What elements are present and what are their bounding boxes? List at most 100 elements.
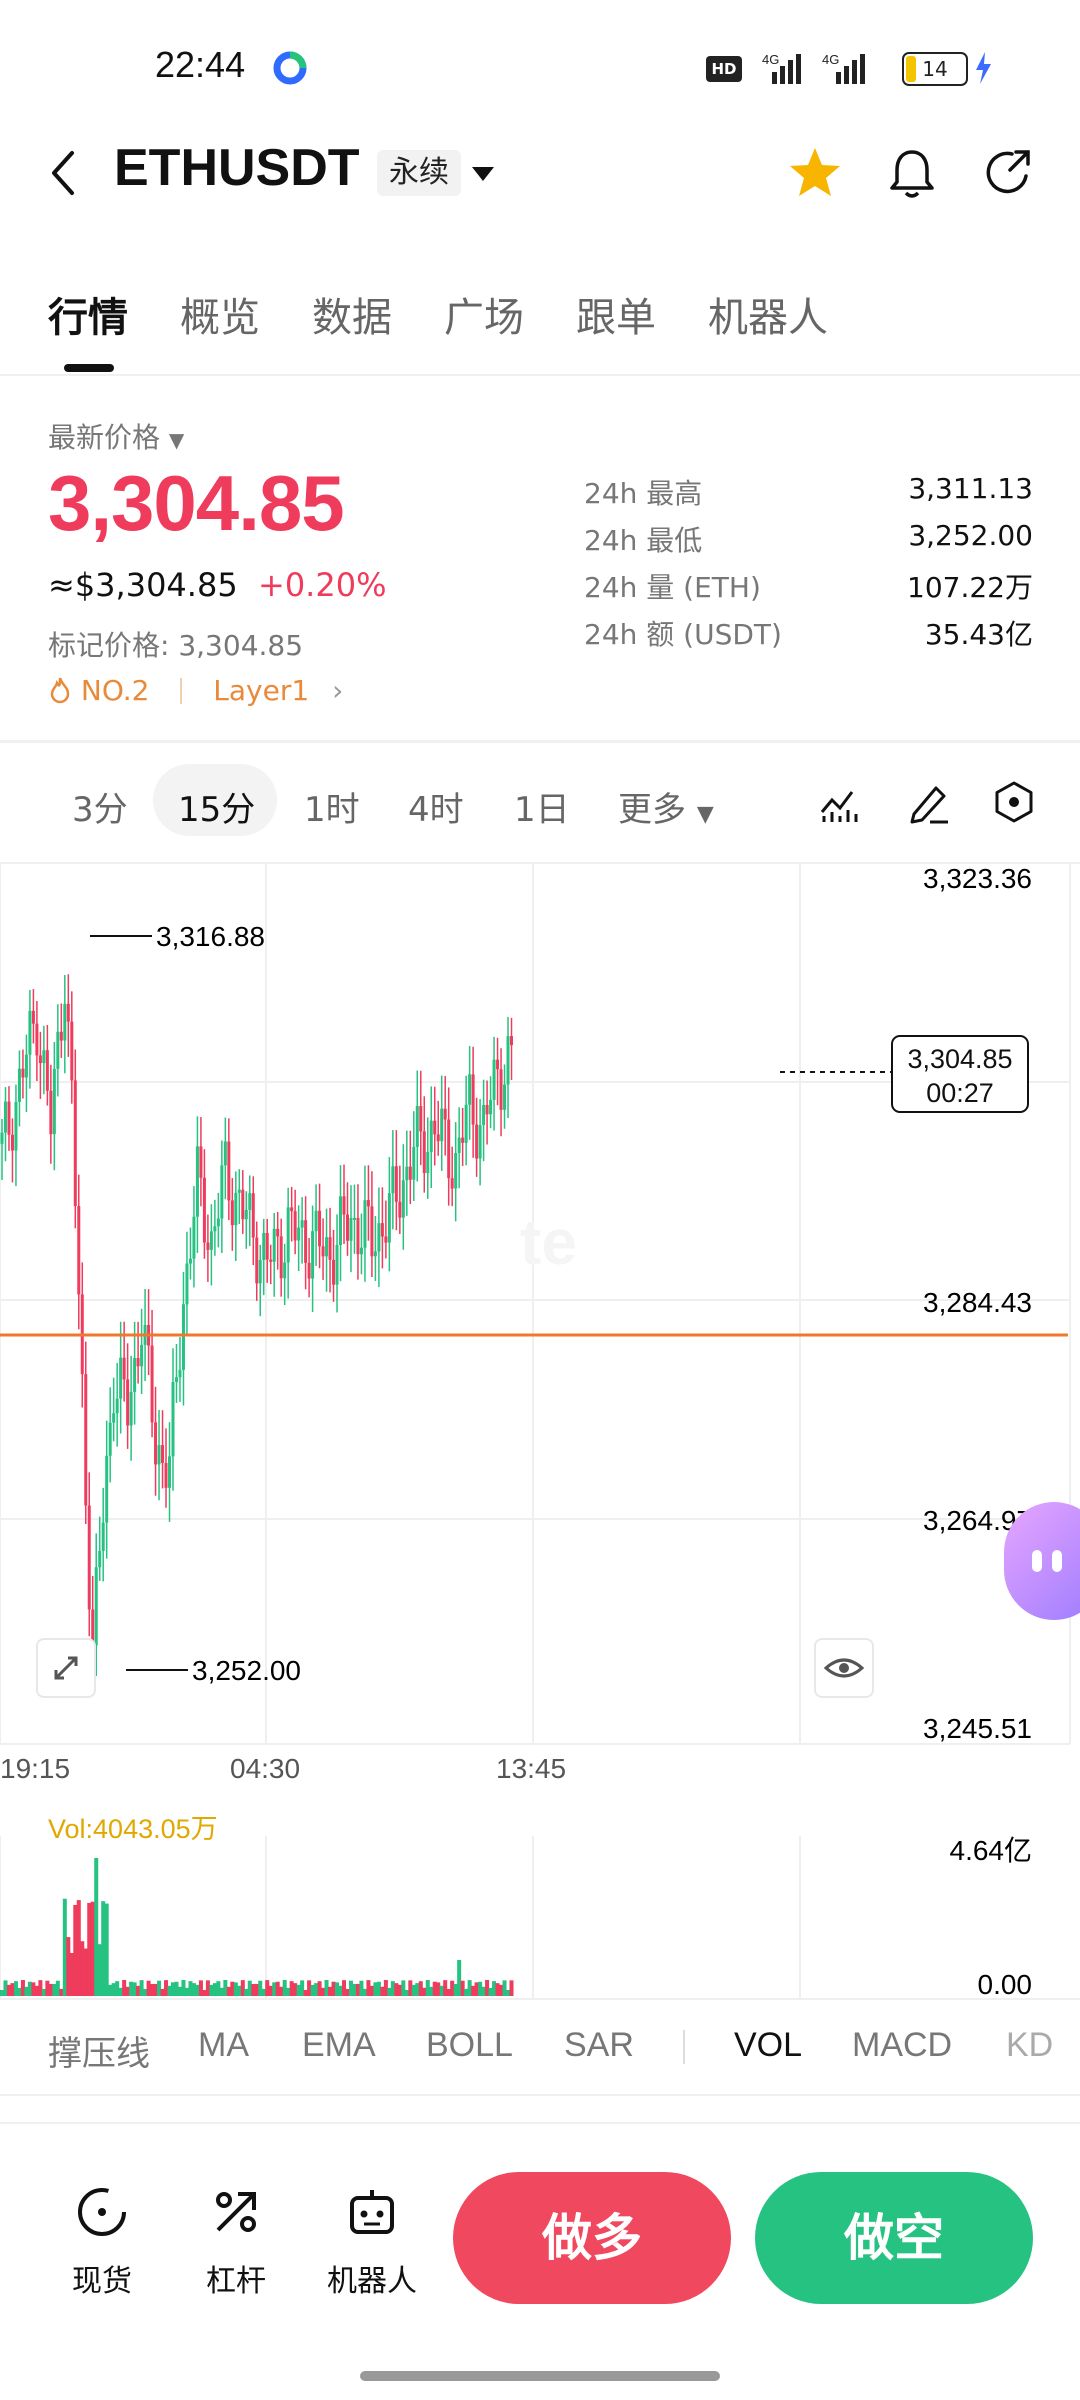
eye-icon bbox=[823, 1658, 865, 1678]
candle-body bbox=[178, 1369, 182, 1378]
rank-label: NO.2 bbox=[80, 674, 150, 707]
volume-bar bbox=[195, 1984, 200, 1996]
fullscreen-button[interactable] bbox=[36, 1638, 96, 1698]
candle-body bbox=[328, 1237, 332, 1260]
price-chart[interactable]: te 3,316.88 3,252.00 3,304.85 00:27 3,32… bbox=[0, 864, 1080, 2014]
candle-body bbox=[349, 1217, 353, 1241]
usd-price: ≈$3,304.85 bbox=[48, 566, 238, 604]
favorite-star-icon[interactable] bbox=[786, 144, 844, 202]
volume-bar bbox=[108, 1984, 113, 1996]
indicator-chart-icon[interactable] bbox=[818, 780, 862, 824]
candle-body bbox=[503, 1084, 507, 1110]
tab-market[interactable]: 行情 bbox=[48, 285, 128, 343]
indicator-ema[interactable]: EMA bbox=[302, 2026, 376, 2065]
candle-body bbox=[3, 1101, 7, 1133]
candle-body bbox=[220, 1165, 224, 1219]
candle-body bbox=[387, 1193, 391, 1243]
back-icon[interactable] bbox=[44, 148, 84, 198]
latest-price-label[interactable]: 最新价格 ▼ bbox=[48, 416, 184, 456]
tab-overview[interactable]: 概览 bbox=[180, 285, 260, 343]
robot-label[interactable]: 机器人 bbox=[322, 2256, 422, 2300]
indicator-sar[interactable]: SAR bbox=[564, 2026, 634, 2065]
divider bbox=[0, 2122, 1080, 2124]
chart-settings-icon[interactable] bbox=[992, 780, 1036, 824]
long-button[interactable]: 做多 bbox=[453, 2172, 731, 2304]
fire-icon bbox=[50, 677, 70, 704]
leverage-icon[interactable] bbox=[208, 2184, 264, 2240]
timeframe-15m[interactable]: 15分 bbox=[178, 782, 255, 831]
volume-bar bbox=[275, 1981, 280, 1996]
volume-bar bbox=[286, 1987, 291, 1996]
tab-data[interactable]: 数据 bbox=[312, 285, 392, 343]
timeframe-more[interactable]: 更多 ▼ bbox=[618, 782, 714, 831]
sector-label: Layer1 bbox=[213, 674, 310, 707]
volume-bar bbox=[209, 1984, 214, 1996]
timeframe-4h[interactable]: 4时 bbox=[408, 782, 464, 831]
candle-body bbox=[63, 1003, 67, 1041]
indicator-ma[interactable]: MA bbox=[198, 2026, 249, 2065]
spot-label[interactable]: 现货 bbox=[62, 2256, 142, 2300]
timeframe-1d[interactable]: 1日 bbox=[514, 782, 570, 831]
candle-body bbox=[359, 1247, 363, 1255]
candle-body bbox=[443, 1108, 447, 1120]
volume-bar bbox=[342, 1980, 346, 1996]
volume-bar bbox=[76, 1900, 81, 1996]
indicator-vol[interactable]: VOL bbox=[734, 2026, 802, 2065]
tab-copy-trade[interactable]: 跟单 bbox=[576, 285, 656, 343]
timeframe-3m[interactable]: 3分 bbox=[72, 782, 128, 831]
share-icon[interactable] bbox=[980, 144, 1038, 202]
rank-row[interactable]: NO.2 Layer1 › bbox=[48, 674, 343, 707]
candle-body bbox=[112, 1413, 116, 1423]
volume-bar bbox=[296, 1984, 301, 1996]
spot-icon[interactable] bbox=[74, 2184, 130, 2240]
volume-bar bbox=[244, 1988, 249, 1996]
mark-price: 标记价格: 3,304.85 bbox=[48, 629, 304, 662]
volume-bar bbox=[289, 1981, 294, 1996]
candle-body bbox=[21, 1068, 25, 1078]
contract-type-badge[interactable]: 永续 bbox=[377, 150, 461, 196]
candle-body bbox=[311, 1231, 315, 1279]
candle-body bbox=[230, 1200, 234, 1226]
tab-square[interactable]: 广场 bbox=[444, 285, 524, 343]
candle-body bbox=[115, 1398, 119, 1414]
candle-body bbox=[342, 1196, 346, 1215]
timeframe-1h[interactable]: 1时 bbox=[304, 782, 360, 831]
indicator-macd[interactable]: MACD bbox=[852, 2026, 952, 2065]
candle-body bbox=[248, 1193, 252, 1210]
tab-bot[interactable]: 机器人 bbox=[708, 285, 828, 343]
leverage-label[interactable]: 杠杆 bbox=[196, 2256, 276, 2300]
indicator-support-resistance[interactable]: 撑压线 bbox=[48, 2026, 150, 2075]
candle-body bbox=[52, 1068, 56, 1135]
short-button[interactable]: 做空 bbox=[755, 2172, 1033, 2304]
indicator-kd[interactable]: KD bbox=[1006, 2026, 1052, 2065]
candle-body bbox=[136, 1357, 140, 1367]
volume-bar bbox=[467, 1980, 472, 1996]
bell-icon[interactable] bbox=[884, 144, 940, 202]
volume-bar bbox=[219, 1987, 224, 1996]
floating-assistant-button[interactable] bbox=[1004, 1502, 1080, 1620]
visibility-toggle-button[interactable] bbox=[814, 1638, 874, 1698]
indicator-boll[interactable]: BOLL bbox=[426, 2026, 513, 2065]
symbol-title[interactable]: ETHUSDT bbox=[114, 138, 360, 198]
candle-body bbox=[276, 1228, 280, 1237]
candle-body bbox=[258, 1259, 262, 1284]
candle-body bbox=[168, 1456, 172, 1488]
candle-body bbox=[440, 1108, 444, 1142]
candle-body bbox=[356, 1217, 360, 1255]
symbol-dropdown-icon[interactable] bbox=[470, 164, 496, 184]
volume-bar bbox=[174, 1981, 179, 1996]
volume-bar bbox=[457, 1960, 462, 1996]
candle-body bbox=[70, 1021, 74, 1081]
volume-bar bbox=[352, 1983, 357, 1996]
volume-bar bbox=[436, 1982, 441, 1996]
candle-body bbox=[251, 1193, 255, 1238]
candle-body bbox=[87, 1505, 91, 1610]
network-type-2: 4G bbox=[822, 52, 839, 67]
candle-body bbox=[373, 1251, 377, 1257]
draw-pencil-icon[interactable] bbox=[906, 780, 950, 824]
robot-icon[interactable] bbox=[344, 2184, 400, 2240]
candle-body bbox=[415, 1106, 419, 1147]
volume-bar bbox=[401, 1980, 406, 1996]
candle-body bbox=[485, 1104, 489, 1115]
volume-bar bbox=[324, 1980, 329, 1996]
